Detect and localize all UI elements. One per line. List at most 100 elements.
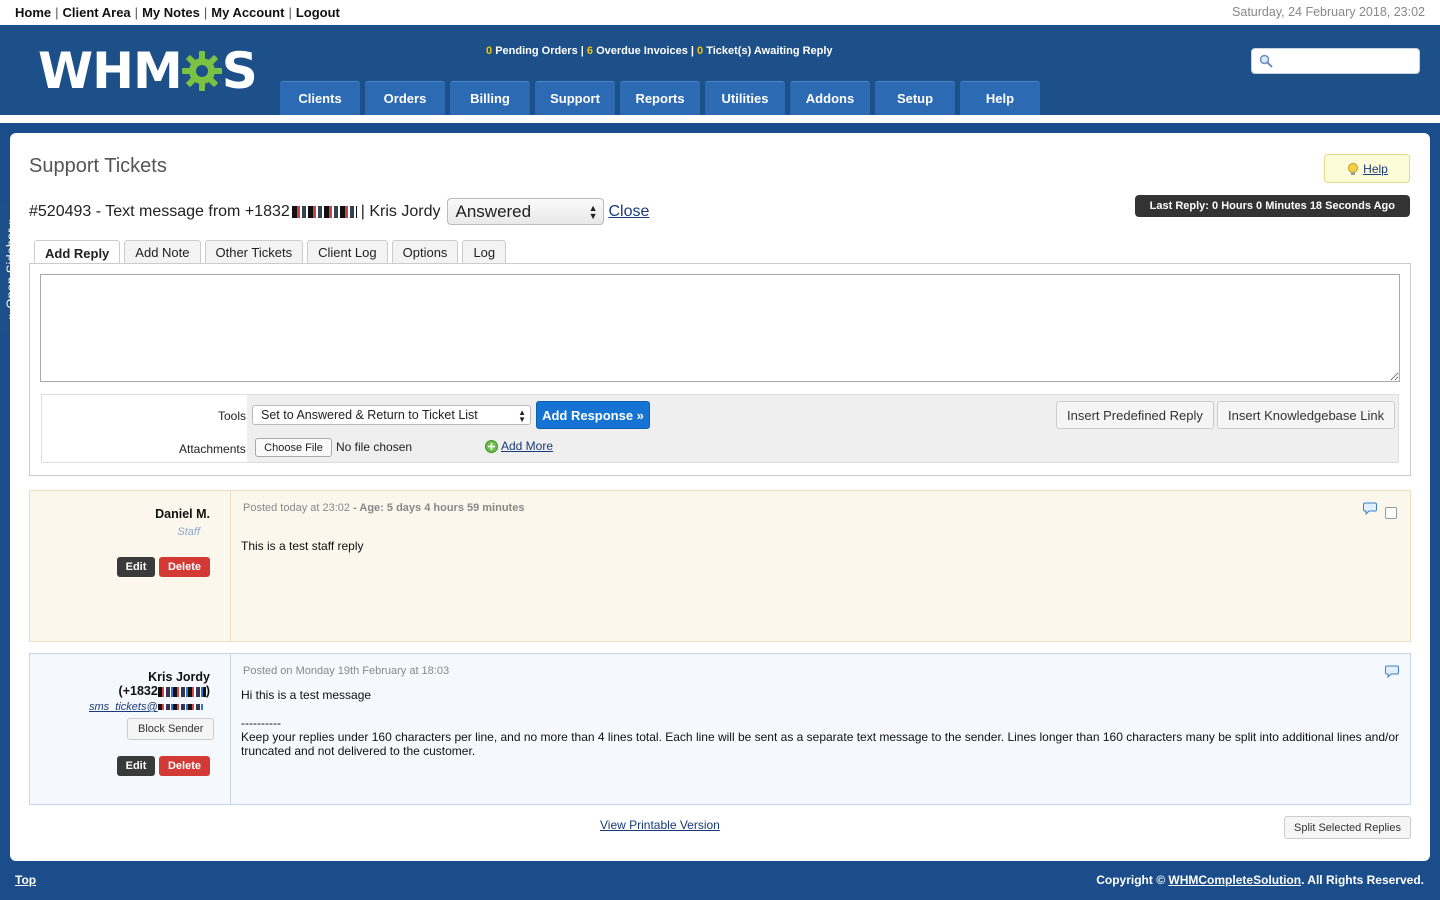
attachments-label: Attachments: [179, 442, 246, 456]
no-file-text: No file chosen: [336, 440, 413, 454]
nav-tab-setup[interactable]: Setup: [875, 81, 955, 115]
split-replies-button[interactable]: Split Selected Replies: [1283, 816, 1411, 839]
reply-meta: Posted today at 23:02 - Age: 5 days 4 ho…: [243, 502, 524, 514]
redacted-phone: [291, 205, 357, 218]
header-stats: 0 Pending Orders | 6 Overdue Invoices | …: [486, 45, 833, 57]
page-title: Support Tickets: [29, 155, 167, 177]
reply-meta: Posted on Monday 19th February at 18:03: [243, 665, 450, 677]
stats-separator: |: [690, 45, 694, 57]
ticket-status-select[interactable]: Answered ▲ ▼: [446, 198, 604, 225]
select-reply-checkbox[interactable]: [1385, 507, 1397, 519]
tab-client-log[interactable]: Client Log: [307, 240, 388, 264]
ticket-header: #520493 - Text message from +1832 | Kris…: [29, 198, 649, 225]
reply-message-line: Keep your replies under 160 characters p…: [241, 730, 1400, 744]
quote-icon[interactable]: [1363, 502, 1377, 515]
add-response-button[interactable]: Add Response »: [536, 401, 650, 429]
gear-icon: [181, 51, 222, 91]
top-nav-separator: |: [134, 5, 139, 20]
edit-reply-button[interactable]: Edit: [117, 756, 155, 776]
search-box: [1251, 48, 1420, 74]
add-more-link[interactable]: Add More: [501, 439, 553, 453]
ticket-client: | Kris Jordy: [360, 202, 441, 220]
reply-author-email[interactable]: sms_tickets@: [89, 701, 203, 713]
last-reply-badge: Last Reply: 0 Hours 0 Minutes 18 Seconds…: [1134, 195, 1410, 217]
reply-author-panel: Kris Jordy (+1832) sms_tickets@ Block Se…: [30, 654, 231, 804]
tab-other-tickets[interactable]: Other Tickets: [204, 240, 304, 264]
reply-message-divider: ----------: [241, 716, 281, 730]
top-nav-logout[interactable]: Logout: [296, 5, 340, 20]
nav-tab-reports[interactable]: Reports: [620, 81, 700, 115]
select-arrows-icon: ▲ ▼: [588, 203, 598, 221]
copyright-suffix: . All Rights Reserved.: [1301, 873, 1424, 887]
reply-phone-prefix: (+1832: [118, 684, 158, 698]
whmcs-logo[interactable]: WHM S: [38, 42, 258, 100]
top-nav-home[interactable]: Home: [15, 5, 51, 20]
quote-icon[interactable]: [1385, 665, 1399, 678]
choose-file-button[interactable]: Choose File: [255, 438, 332, 457]
reply-age: - Age: 5 days 4 hours 59 minutes: [350, 502, 525, 514]
top-nav-my-notes[interactable]: My Notes: [142, 5, 200, 20]
insert-kb-link-button[interactable]: Insert Knowledgebase Link: [1217, 401, 1396, 429]
ticket-tabs: Add Reply Add Note Other Tickets Client …: [34, 240, 510, 265]
nav-tab-clients[interactable]: Clients: [280, 81, 360, 115]
top-nav-client-area[interactable]: Client Area: [63, 5, 131, 20]
tab-options[interactable]: Options: [391, 240, 459, 264]
main-content: Support Tickets Help #520493 - Text mess…: [10, 133, 1430, 861]
pending-orders-label[interactable]: Pending Orders: [495, 45, 578, 57]
awaiting-reply-count[interactable]: 0: [697, 45, 703, 57]
pending-orders-count[interactable]: 0: [486, 45, 492, 57]
reply-phone-suffix: ): [205, 684, 210, 698]
overdue-invoices-label[interactable]: Overdue Invoices: [596, 45, 688, 57]
help-button[interactable]: Help: [1324, 154, 1410, 183]
close-ticket-link[interactable]: Close: [609, 203, 650, 221]
nav-tab-help[interactable]: Help: [960, 81, 1040, 115]
view-printable-link[interactable]: View Printable Version: [600, 818, 720, 832]
add-more-attachments[interactable]: Add More: [485, 439, 553, 453]
awaiting-reply-label[interactable]: Ticket(s) Awaiting Reply: [706, 45, 832, 57]
ticket-status-value: Answered: [455, 201, 532, 221]
tools-select-value: Set to Answered & Return to Ticket List: [261, 408, 478, 422]
delete-reply-button[interactable]: Delete: [159, 756, 210, 776]
ticket-title: #520493 - Text message from +1832: [29, 202, 290, 220]
current-datetime: Saturday, 24 February 2018, 23:02: [1232, 5, 1425, 19]
block-sender-button[interactable]: Block Sender: [127, 718, 215, 740]
nav-tab-utilities[interactable]: Utilities: [705, 81, 785, 115]
search-input[interactable]: [1278, 52, 1413, 70]
copyright: Copyright © WHMCompleteSolution. All Rig…: [1096, 873, 1424, 887]
redacted-email: [157, 704, 203, 711]
overdue-invoices-count[interactable]: 6: [587, 45, 593, 57]
logo-text-right: S: [221, 42, 258, 100]
top-nav-my-account[interactable]: My Account: [211, 5, 284, 20]
help-link[interactable]: Help: [1363, 162, 1388, 176]
reply-author-role: Staff: [177, 526, 200, 538]
reply-message: This is a test staff reply: [241, 539, 364, 553]
header-divider: [0, 115, 1440, 123]
reply-author-name: Kris Jordy: [148, 670, 210, 684]
copyright-link[interactable]: WHMCompleteSolution: [1168, 873, 1301, 887]
tab-add-note[interactable]: Add Note: [124, 240, 201, 264]
reply-message-line: truncated and not delivered to the custo…: [241, 744, 476, 758]
main-nav: Clients Orders Billing Support Reports U…: [280, 81, 1045, 115]
edit-reply-button[interactable]: Edit: [117, 557, 155, 577]
redacted-phone: [157, 686, 206, 697]
stats-separator: |: [580, 45, 584, 57]
reply-textarea[interactable]: [40, 274, 1400, 382]
tab-add-reply[interactable]: Add Reply: [34, 240, 121, 265]
lightbulb-icon: [1348, 162, 1359, 175]
back-to-top-link[interactable]: Top: [15, 873, 36, 887]
top-nav-separator: |: [55, 5, 59, 20]
reply-message-line: Hi this is a test message: [241, 688, 372, 702]
search-icon: [1259, 54, 1273, 68]
nav-tab-orders[interactable]: Orders: [365, 81, 445, 115]
nav-tab-addons[interactable]: Addons: [790, 81, 870, 115]
nav-tab-billing[interactable]: Billing: [450, 81, 530, 115]
delete-reply-button[interactable]: Delete: [159, 557, 210, 577]
header: WHM S 0 Pending Orders | 6 Overdue Invoi…: [0, 25, 1440, 115]
top-bar: Home | Client Area | My Notes | My Account | Log…: [0, 0, 1440, 25]
ticket-reply-client: Kris Jordy (+1832) sms_tickets@ Block Se…: [29, 653, 1411, 805]
tools-select[interactable]: Set to Answered & Return to Ticket List …: [252, 405, 531, 425]
nav-tab-support[interactable]: Support: [535, 81, 615, 115]
tab-log[interactable]: Log: [462, 240, 507, 264]
reply-email-prefix[interactable]: sms_tickets@: [89, 701, 158, 713]
insert-predefined-reply-button[interactable]: Insert Predefined Reply: [1056, 401, 1214, 429]
